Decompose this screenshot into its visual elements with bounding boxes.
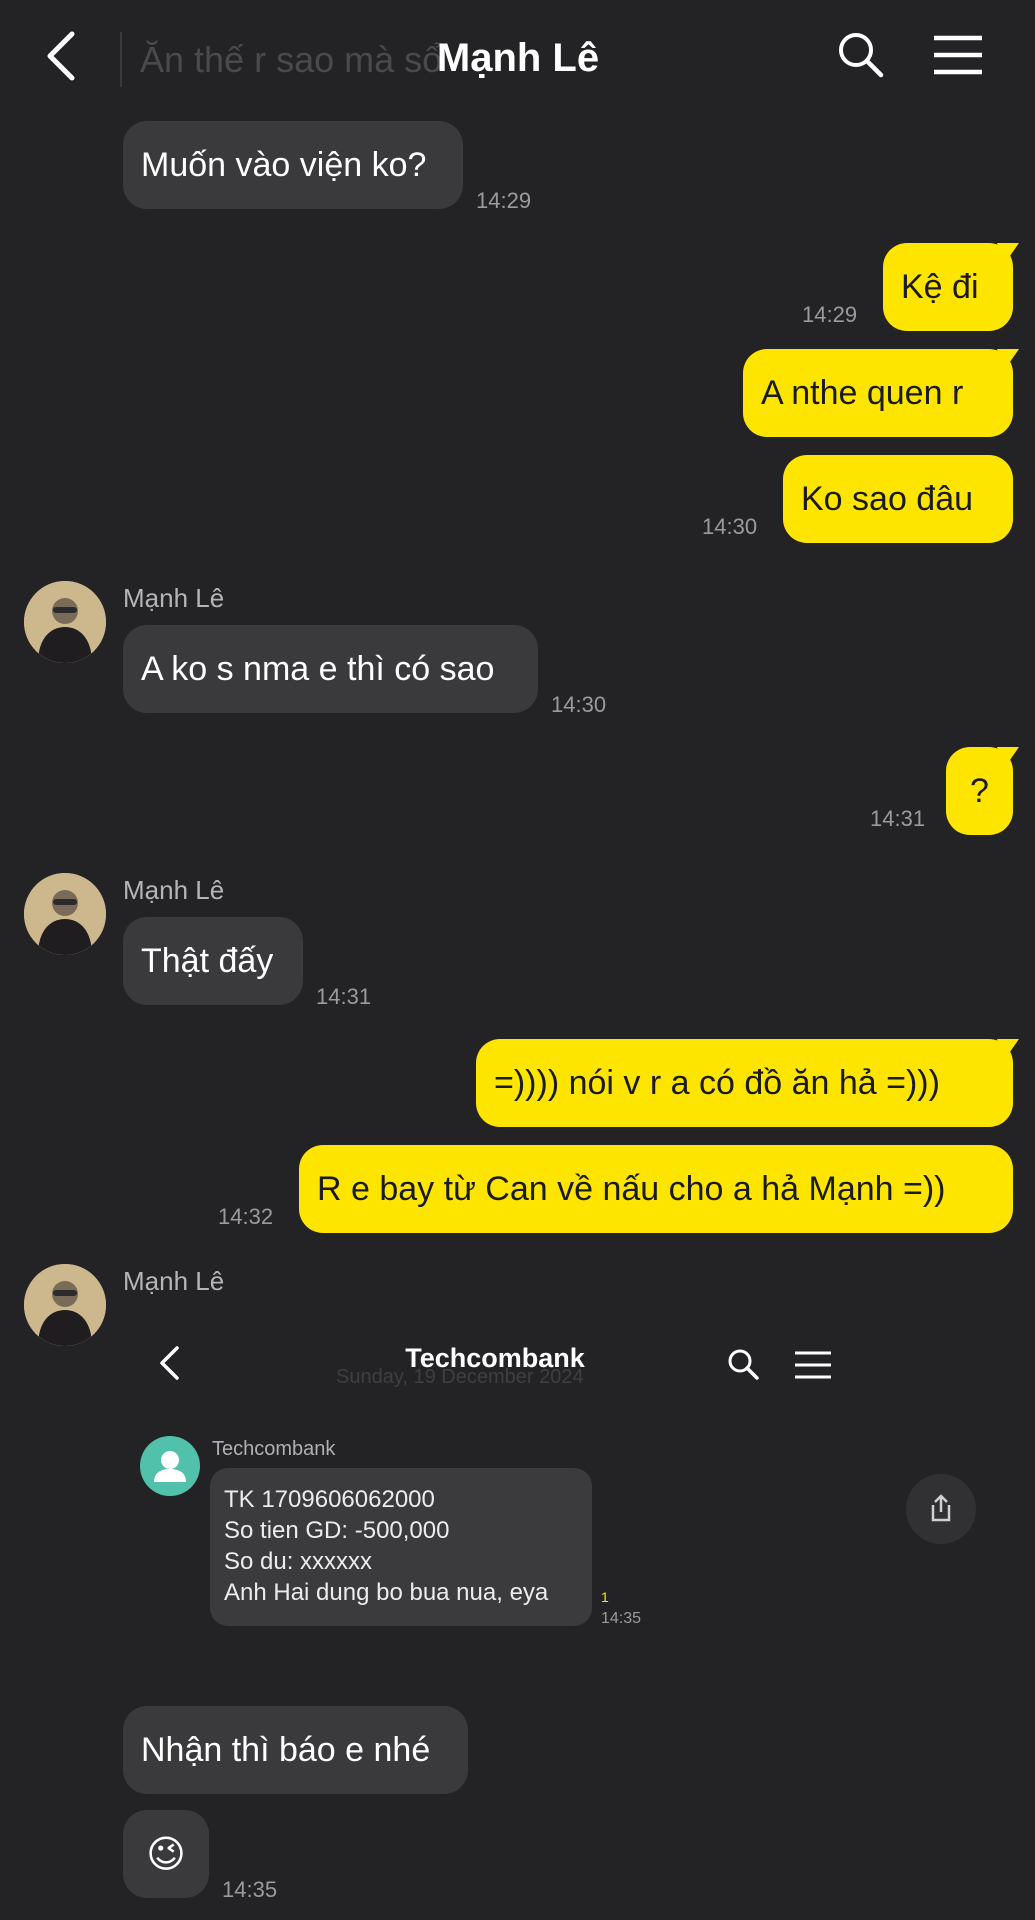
screenshot-avatar bbox=[140, 1436, 200, 1496]
profile-photo-icon bbox=[24, 873, 106, 955]
share-icon bbox=[931, 1494, 951, 1522]
share-button bbox=[906, 1474, 976, 1544]
profile-photo-icon bbox=[24, 581, 106, 663]
message-bubble[interactable]: Thật đấy bbox=[123, 917, 303, 1005]
sender-name: Mạnh Lê bbox=[123, 583, 225, 613]
message-text: A nthe quen r bbox=[761, 374, 964, 412]
message-bubble[interactable]: Kệ đi bbox=[883, 243, 1013, 331]
chat-title: Mạnh Lê bbox=[436, 36, 600, 80]
message-text: R e bay từ Can về nấu cho a hả Mạnh =)) bbox=[317, 1170, 946, 1208]
message-time: 14:30 bbox=[551, 692, 607, 717]
sms-bubble: TK 1709606062000 So tien GD: -500,000 So… bbox=[210, 1468, 592, 1626]
menu-button[interactable] bbox=[932, 34, 984, 76]
avatar[interactable] bbox=[24, 1264, 106, 1346]
message-time: 14:32 bbox=[218, 1204, 274, 1229]
search-icon bbox=[728, 1349, 759, 1380]
message-time: 14:31 bbox=[316, 984, 372, 1009]
message-text: =)))) nói v r a có đồ ăn hả =))) bbox=[494, 1064, 940, 1102]
message-time: 14:29 bbox=[802, 302, 858, 327]
message-text: Muốn vào viện ko? bbox=[141, 146, 427, 184]
chevron-left-icon bbox=[47, 31, 75, 81]
message-text: ? bbox=[970, 772, 989, 810]
message-time: 14:29 bbox=[476, 188, 532, 213]
message-text: 😉 bbox=[146, 1832, 186, 1876]
screenshot-menu bbox=[794, 1350, 832, 1380]
message-bubble[interactable]: =)))) nói v r a có đồ ăn hả =))) bbox=[476, 1039, 1013, 1127]
back-button[interactable] bbox=[42, 30, 82, 82]
search-icon bbox=[839, 33, 884, 78]
screenshot-search bbox=[726, 1347, 760, 1381]
avatar[interactable] bbox=[24, 873, 106, 955]
sms-line: TK 1709606062000 bbox=[224, 1486, 435, 1513]
chevron-left-icon bbox=[160, 1346, 179, 1380]
message-text: Ko sao đâu bbox=[801, 480, 974, 518]
sms-line: So du: xxxxxx bbox=[224, 1548, 373, 1575]
message-bubble[interactable]: R e bay từ Can về nấu cho a hả Mạnh =)) bbox=[299, 1145, 1013, 1233]
screenshot-time: 14:35 bbox=[601, 1610, 642, 1627]
menu-icon bbox=[934, 35, 982, 75]
message-time: 14:31 bbox=[870, 806, 926, 831]
sms-line: So tien GD: -500,000 bbox=[224, 1517, 450, 1544]
screenshot-sender: Techcombank bbox=[212, 1438, 336, 1460]
message-time: 14:30 bbox=[702, 514, 758, 539]
person-icon bbox=[154, 1451, 186, 1482]
message-text: A ko s nma e thì có sao bbox=[141, 650, 495, 688]
screenshot-unread-count: 1 bbox=[601, 1589, 609, 1605]
sender-name: Mạnh Lê bbox=[123, 1266, 225, 1296]
search-button[interactable] bbox=[836, 30, 886, 80]
avatar[interactable] bbox=[24, 581, 106, 663]
emoji-message-bubble[interactable]: 😉 bbox=[123, 1810, 209, 1898]
sender-name: Mạnh Lê bbox=[123, 875, 225, 905]
message-text: Kệ đi bbox=[901, 268, 979, 306]
message-bubble[interactable]: A nthe quen r bbox=[743, 349, 1013, 437]
message-text: Nhận thì báo e nhé bbox=[141, 1731, 431, 1769]
message-text: Thật đấy bbox=[141, 942, 274, 980]
menu-icon bbox=[795, 1351, 831, 1379]
message-bubble[interactable]: Muốn vào viện ko? bbox=[123, 121, 463, 209]
message-bubble[interactable]: Nhận thì báo e nhé bbox=[123, 1706, 468, 1794]
screenshot-back-button bbox=[158, 1346, 180, 1380]
message-bubble[interactable]: ? bbox=[946, 747, 1013, 835]
message-bubble[interactable]: Ko sao đâu bbox=[783, 455, 1013, 543]
screenshot-title: Techcombank bbox=[405, 1343, 585, 1373]
profile-photo-icon bbox=[24, 1264, 106, 1346]
message-time: 14:35 bbox=[222, 1877, 278, 1902]
message-bubble[interactable]: A ko s nma e thì có sao bbox=[123, 625, 538, 713]
sms-line: Anh Hai dung bo bua nua, eya bbox=[224, 1579, 549, 1606]
